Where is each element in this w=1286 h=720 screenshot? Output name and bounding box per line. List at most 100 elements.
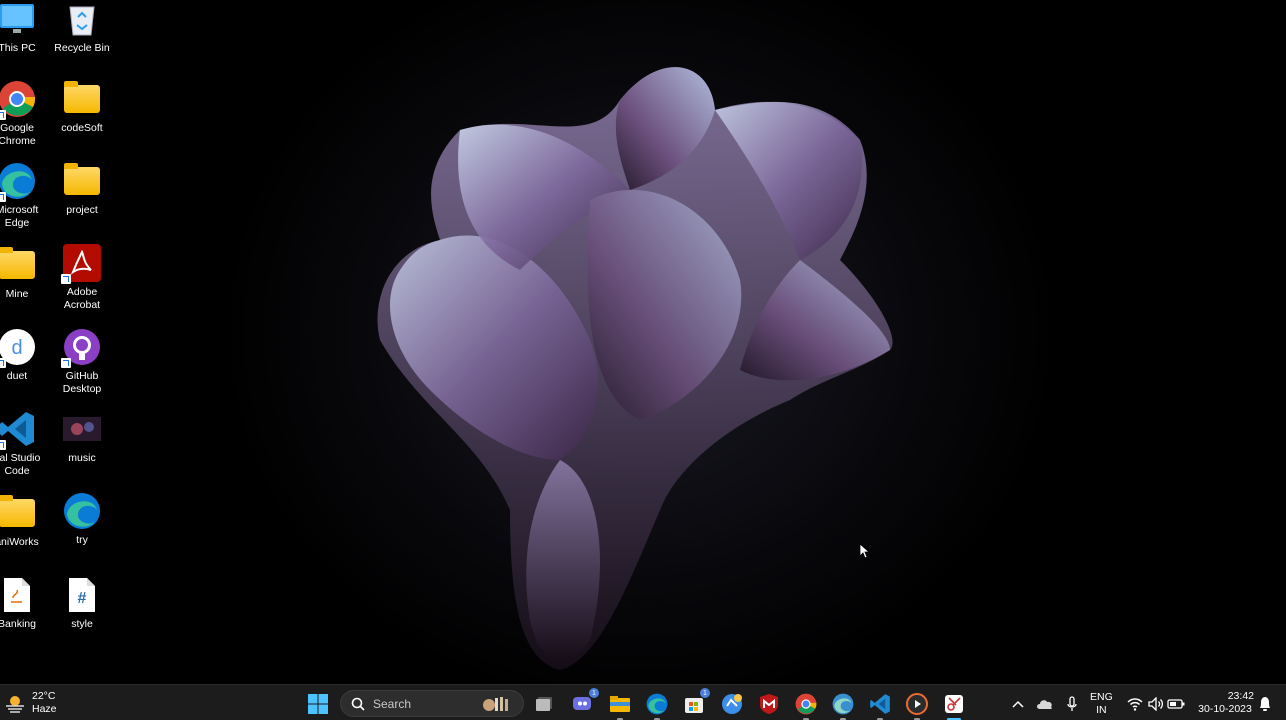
mcafee-button[interactable] [756,691,782,717]
desktop-icon-label: This PC [0,42,36,54]
mcafee-shield-icon [760,694,778,714]
desktop-icon-label: codeSoft [61,122,103,134]
desktop-icon-label: aniWorks [0,536,39,548]
svg-text:d: d [11,337,22,359]
desktop-icon-this-pc[interactable]: This PC [0,0,49,55]
desktop-icon-aniworks[interactable]: aniWorks [0,494,49,549]
clock-time: 23:42 [1227,690,1254,702]
desktop-icon-label: try [76,534,88,546]
vscode-icon [870,694,890,714]
chat-button[interactable]: 1 [570,688,599,717]
monitor-icon [0,0,36,38]
sticky-notes-button[interactable] [719,691,745,717]
speaker-icon [1148,697,1164,711]
weather-temperature: 22°C [32,690,56,702]
desktop-icon-recycle-bin[interactable]: Recycle Bin [50,0,114,55]
recycle-bin-icon [63,0,101,38]
desktop-icon-label: Google Chrome [0,122,36,147]
microphone-icon [1067,696,1077,711]
snipping-tool-button[interactable] [941,691,967,720]
chrome-icon [0,80,36,120]
snipping-tool-icon [945,695,963,713]
start-button[interactable] [305,691,331,717]
desktop-icon-style[interactable]: # style [50,576,114,631]
desktop-icon-label: style [71,618,93,630]
desktop-icon-label: duet [6,370,28,382]
desktop-icon-music[interactable]: music [50,410,114,465]
input-language-indicator[interactable]: ENG IN [1090,691,1113,717]
chrome-icon [795,693,817,715]
desktop-wallpaper [0,0,1286,684]
desktop-icon-duet[interactable]: d duet [0,328,49,383]
desktop-icon-adobe-acrobat[interactable]: Adobe Acrobat [50,244,114,312]
desktop-icon-label: ual Studio Code [0,452,41,477]
desktop-icon-microsoft-edge[interactable]: Microsoft Edge [0,162,49,230]
github-icon [61,328,101,368]
acrobat-icon [61,244,101,284]
file-explorer-icon [610,696,630,712]
microphone-tray-button[interactable] [1059,691,1085,717]
desktop-icon-label: Adobe Acrobat [63,286,101,311]
vscode-taskbar-button[interactable] [867,691,893,720]
cloud-icon [1037,700,1052,709]
desktop-icon-label: GitHub Desktop [62,370,102,395]
media-player-button[interactable] [904,691,930,720]
windows-logo-icon [308,694,328,714]
shortcut-arrow-icon [0,358,6,368]
clock[interactable]: 23:42 30-10-2023 [1196,690,1254,716]
desktop-icon-label: music [68,452,96,464]
desktop-icon-label: Microsoft Edge [0,204,39,229]
app-icon [722,694,742,714]
weather-widget[interactable]: 22°C Haze [4,690,57,716]
microsoft-store-button[interactable]: 1 [681,688,710,717]
desktop-icon-visual-studio-code[interactable]: ual Studio Code [0,410,49,478]
desktop-icon-codesoft[interactable]: codeSoft [50,80,114,135]
folder-icon [0,246,36,284]
file-explorer-button[interactable] [607,691,633,720]
duet-icon: d [0,328,36,368]
edge-taskbar-button[interactable] [644,691,670,720]
desktop-icon-banking[interactable]: Banking [0,576,49,631]
taskbar: 22°C Haze Search 1 1 ENG IN 23:42 30-10-… [0,684,1286,720]
java-file-icon [0,576,36,614]
region-code: IN [1096,704,1107,716]
onedrive-tray-button[interactable] [1032,691,1058,717]
notifications-button[interactable] [1252,691,1278,717]
search-highlight-icon [483,697,508,711]
desktop-icon-label: Mine [5,288,29,300]
vscode-icon [0,410,36,450]
desktop-icon-github-desktop[interactable]: GitHub Desktop [50,328,114,396]
haze-icon [6,696,24,713]
folder-icon [63,80,101,118]
mouse-cursor-icon [860,544,870,559]
chrome-taskbar-button[interactable] [793,691,819,720]
taskbar-search-box[interactable]: Search [340,690,524,717]
css-file-icon: # [63,576,101,614]
desktop-icon-label: project [66,204,98,216]
weather-condition: Haze [32,703,57,715]
clock-date: 30-10-2023 [1198,703,1252,715]
battery-charging-icon [1167,699,1185,709]
edge-dev-taskbar-button[interactable] [830,691,856,720]
desktop-icon-try[interactable]: try [50,492,114,547]
language-code: ENG [1090,691,1113,703]
search-icon [351,697,365,711]
chat-badge: 1 [589,688,599,698]
search-placeholder: Search [373,696,412,711]
battery-tray-button[interactable] [1163,691,1189,717]
svg-text:#: # [78,590,87,607]
desktop-icon-label: Banking [0,618,36,630]
folder-icon [0,494,36,532]
task-view-icon [536,697,552,711]
desktop-icon-project[interactable]: project [50,162,114,217]
desktop-icon-mine[interactable]: Mine [0,246,49,301]
shortcut-arrow-icon [0,440,6,450]
chevron-up-icon [1012,700,1024,708]
edge-icon [646,693,668,715]
desktop-icon-google-chrome[interactable]: Google Chrome [0,80,49,148]
bell-icon [1260,697,1270,711]
shortcut-arrow-icon [0,110,6,120]
show-hidden-icons-button[interactable] [1005,691,1031,717]
shortcut-arrow-icon [0,192,6,202]
task-view-button[interactable] [532,691,558,717]
